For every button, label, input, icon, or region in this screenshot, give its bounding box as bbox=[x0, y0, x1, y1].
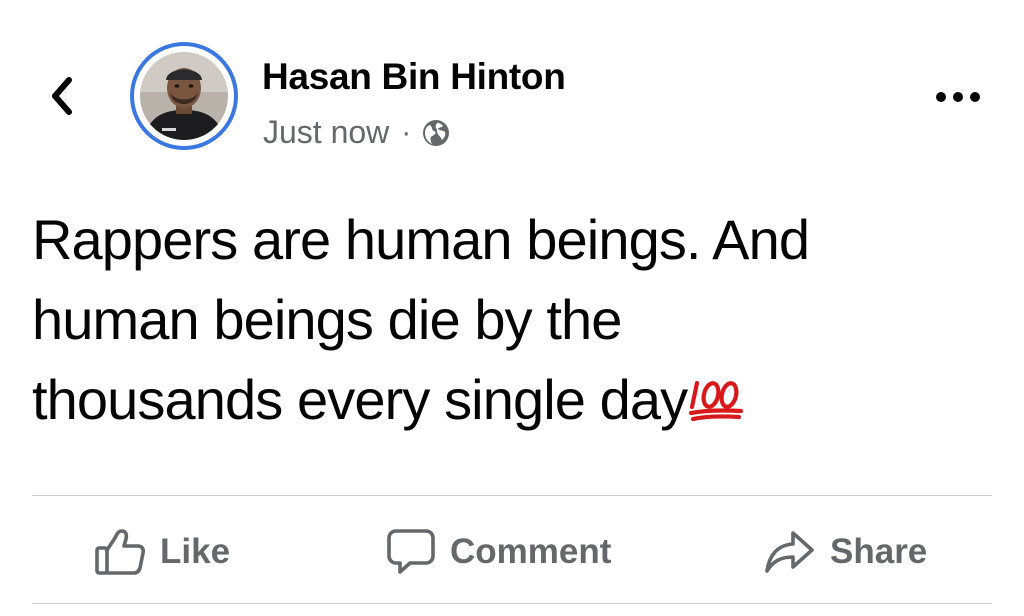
share-label: Share bbox=[830, 532, 928, 571]
avatar bbox=[140, 52, 228, 140]
chevron-left-icon bbox=[52, 77, 72, 115]
divider bbox=[32, 603, 992, 604]
post-text-line-content: thousands every single day bbox=[32, 368, 688, 431]
more-horizontal-icon bbox=[936, 92, 980, 102]
post-text: Rappers are human beings. And human bein… bbox=[32, 200, 992, 440]
comment-icon bbox=[387, 529, 435, 574]
hundred-points-icon bbox=[689, 380, 744, 421]
divider bbox=[32, 495, 992, 496]
author-name[interactable]: Hasan Bin Hinton bbox=[262, 56, 566, 98]
like-label: Like bbox=[160, 532, 231, 571]
post-text-line: Rappers are human beings. And bbox=[32, 208, 810, 271]
like-button[interactable]: Like bbox=[94, 526, 230, 578]
post-meta: Just now · bbox=[263, 114, 451, 151]
meta-separator: · bbox=[401, 115, 412, 149]
share-button[interactable]: Share bbox=[764, 526, 927, 578]
post-timestamp[interactable]: Just now bbox=[263, 114, 389, 151]
more-options-button[interactable] bbox=[928, 80, 988, 114]
post-text-line-last: thousands every single day bbox=[32, 360, 992, 440]
globe-icon[interactable] bbox=[421, 118, 451, 148]
comment-label: Comment bbox=[450, 532, 612, 571]
action-bar: Like Comment Share bbox=[32, 500, 992, 600]
avatar-button[interactable] bbox=[130, 42, 238, 150]
post-text-line: human beings die by the bbox=[32, 288, 622, 351]
thumbs-up-icon bbox=[95, 529, 146, 575]
back-button[interactable] bbox=[40, 74, 84, 118]
comment-button[interactable]: Comment bbox=[386, 526, 611, 578]
share-arrow-icon bbox=[765, 531, 814, 573]
